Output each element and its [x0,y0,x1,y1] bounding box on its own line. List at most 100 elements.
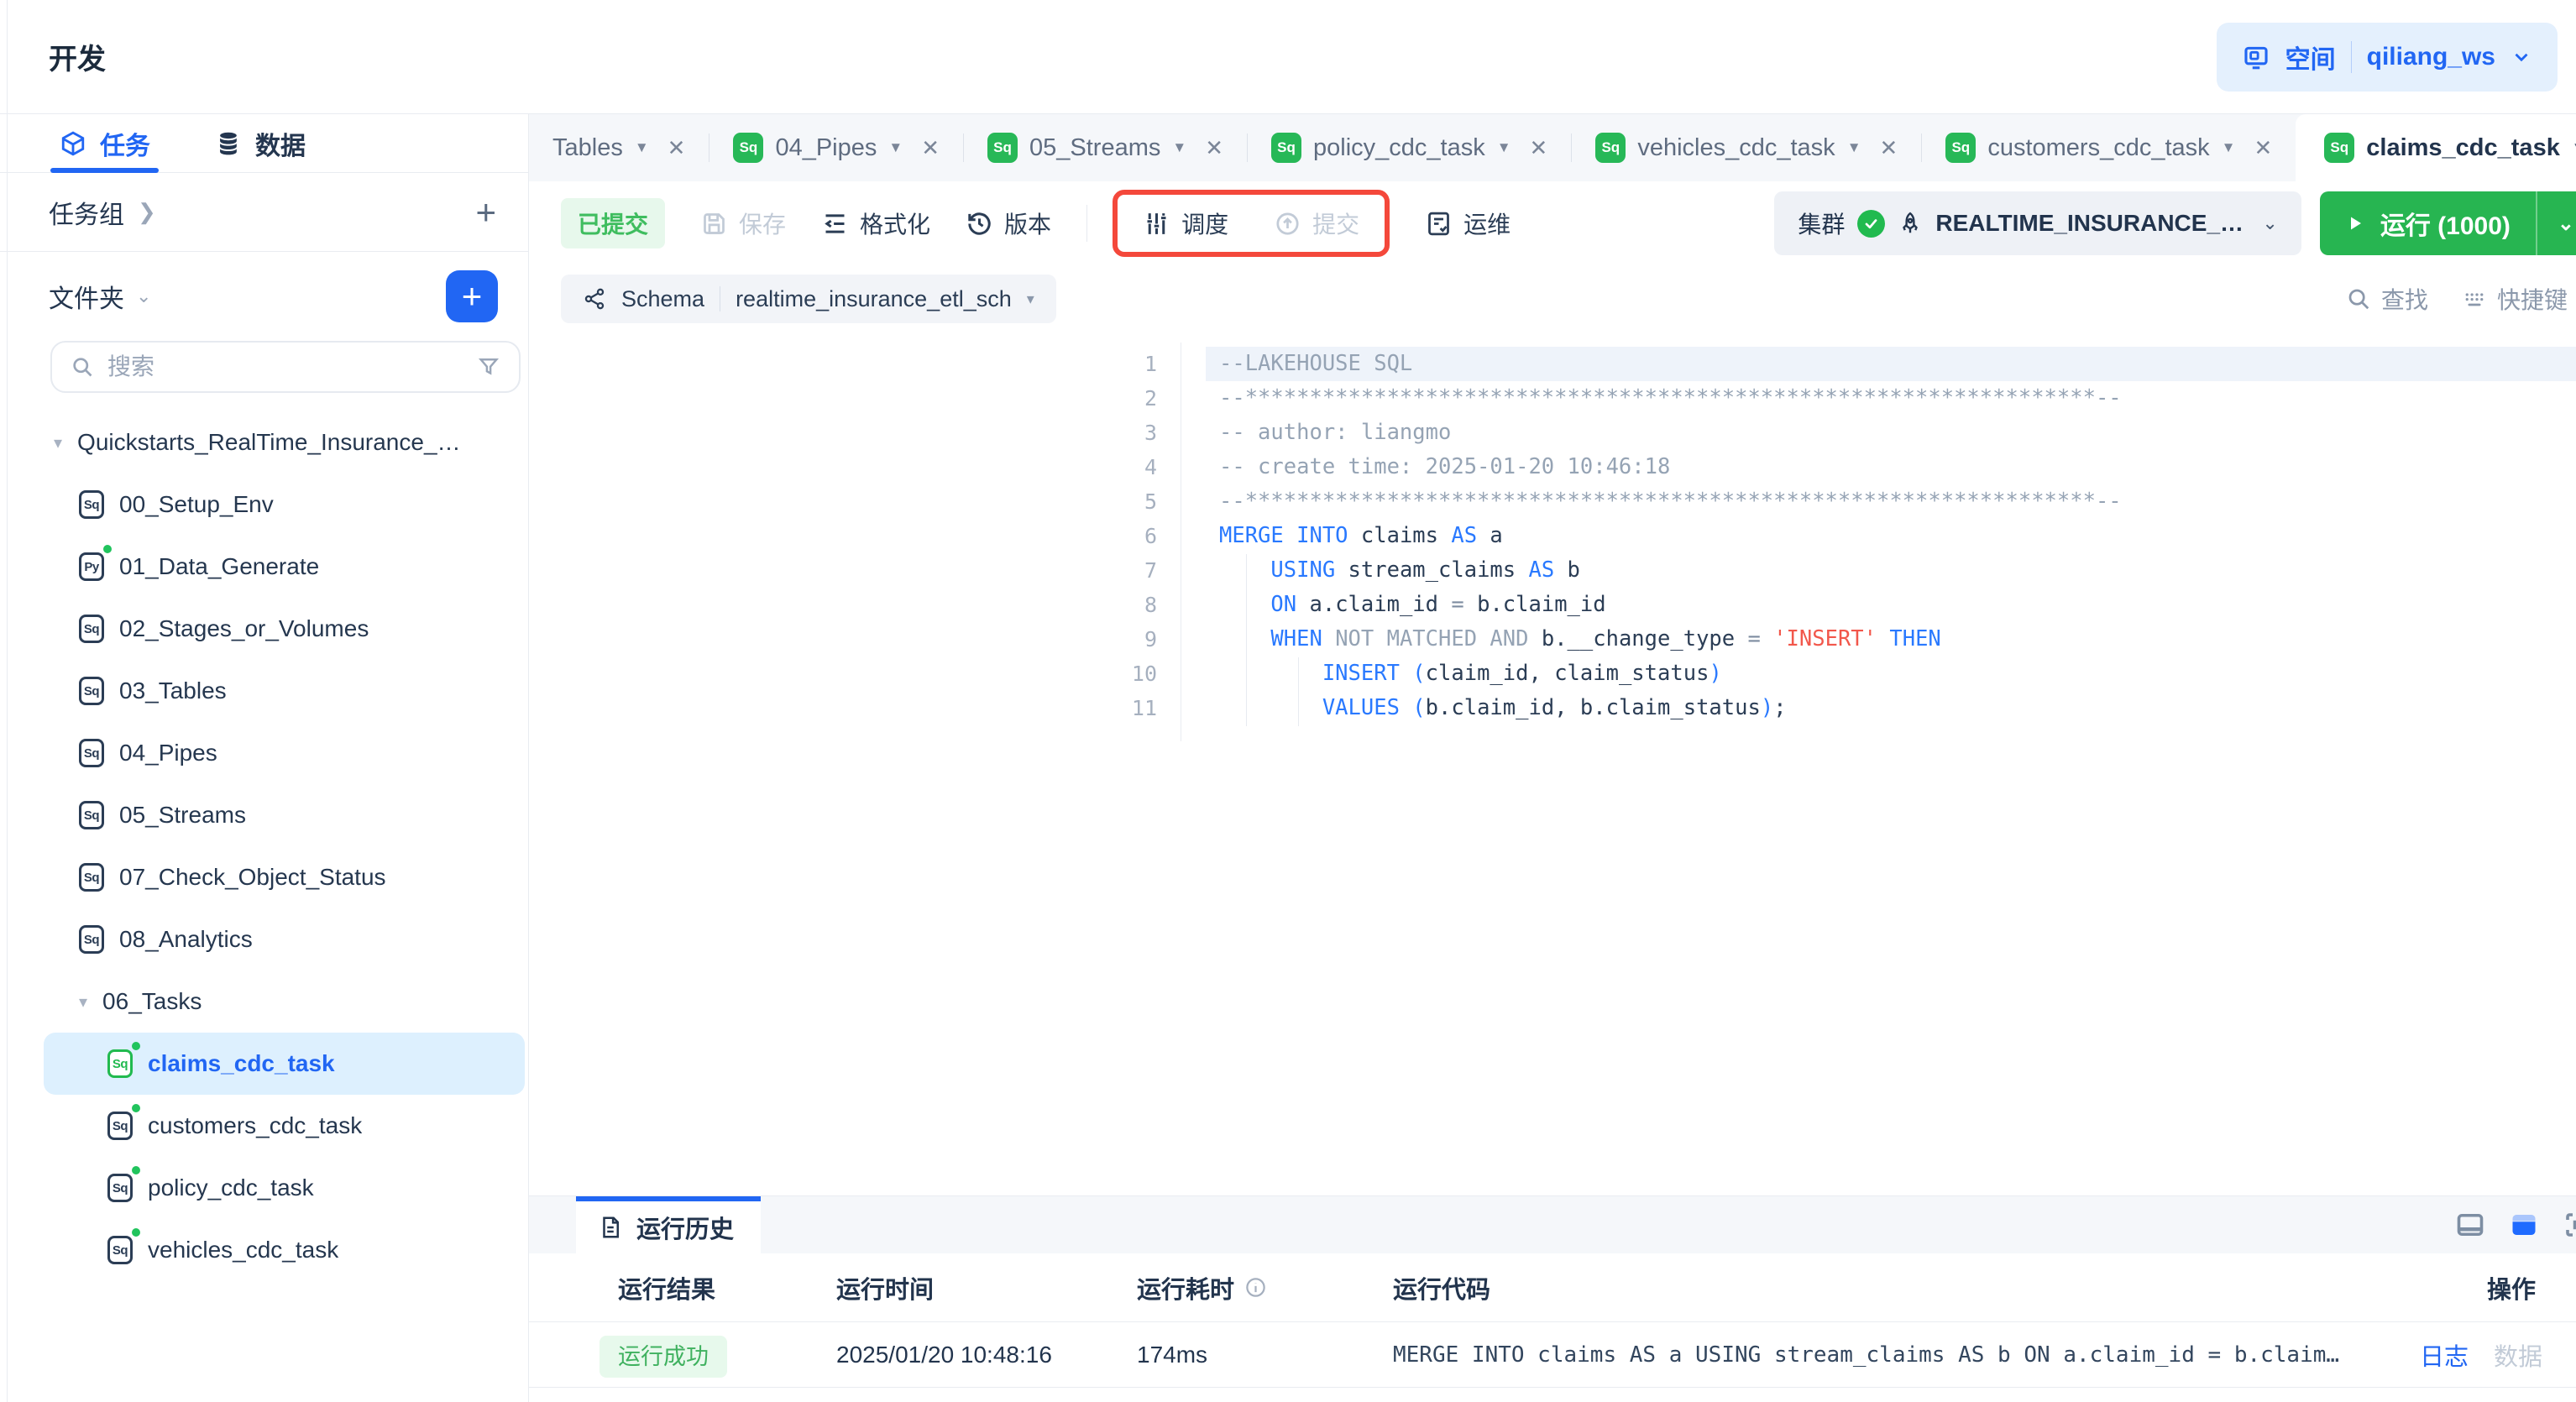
chevron-down-icon[interactable]: ▼ [888,139,903,156]
file-type-badge: Py [79,552,104,581]
panel-collapse-icon[interactable] [2455,1210,2485,1240]
editor-tab-04_Pipes[interactable]: Sq04_Pipes▼✕ [709,114,963,181]
run-button[interactable]: 运行 (1000) ⌄ [2320,191,2576,255]
tree-item-Quickstarts_RealTime_Insurance_…[interactable]: ▾Quickstarts_RealTime_Insurance_… [0,411,528,473]
run-success-badge: 运行成功 [599,1336,727,1378]
tree-item-07_Check_Object_Status[interactable]: Sq07_Check_Object_Status [0,846,528,908]
info-icon[interactable] [1244,1276,1267,1299]
close-icon[interactable]: ✕ [1530,135,1548,161]
tree-item-vehicles_cdc_task[interactable]: Sqvehicles_cdc_task [0,1219,528,1281]
token: THEN [1889,626,1940,651]
editor-tab-claims_cdc_task[interactable]: Sqclaims_cdc_task▼ [2296,114,2576,181]
editor-tab-vehicles_cdc_task[interactable]: Sqvehicles_cdc_task▼✕ [1572,114,1921,181]
code-line[interactable]: 7 USING stream_claims AS b [529,553,2576,588]
chevron-down-icon[interactable]: ▼ [1847,139,1861,156]
add-task-group-button[interactable]: + [475,195,496,230]
add-file-button[interactable]: + [446,270,498,322]
chevron-down-icon[interactable]: ▼ [635,139,649,156]
tree-item-00_Setup_Env[interactable]: Sq00_Setup_Env [0,473,528,536]
close-icon[interactable]: ✕ [1205,135,1223,161]
ops-icon [1425,210,1453,238]
cluster-selector[interactable]: 集群 REALTIME_INSURANCE_ETL_… ⌄ [1774,191,2301,255]
code-editor[interactable]: 1--LAKEHOUSE SQL2 --*********************… [529,332,2576,1195]
close-icon[interactable]: ✕ [1880,135,1898,161]
code-line[interactable]: 5--*************************************… [529,484,2576,519]
editor-tab-policy_cdc_task[interactable]: Sqpolicy_cdc_task▼✕ [1248,114,1571,181]
run-main[interactable]: 运行 (1000) [2320,205,2536,242]
schema-label: Schema [621,286,704,312]
ops-button[interactable]: 运维 [1425,207,1511,240]
sidebar-tab-data[interactable]: 数据 [214,114,306,172]
panel-expand-icon[interactable] [2509,1210,2539,1240]
column-duration-label: 运行耗时 [1137,1270,1234,1305]
token: VALUES [1322,695,1400,720]
main-layout: 任务 数据 任务组 ❯ + 文件夹 ⌄ + [0,114,2576,1402]
tree-item-label: 07_Check_Object_Status [119,864,386,891]
code-line[interactable]: 3-- author: liangmo [529,416,2576,450]
log-link[interactable]: 日志 [2420,1337,2469,1373]
folder-label: 文件夹 [49,278,124,315]
editor-tab-05_Streams[interactable]: Sq05_Streams▼✕ [964,114,1247,181]
data-link[interactable]: 数据 [2494,1337,2542,1373]
tree-item-06_Tasks[interactable]: ▾06_Tasks [0,970,528,1033]
task-group-row[interactable]: 任务组 ❯ + [0,173,528,252]
code-line[interactable]: 2 --*************************************… [529,381,2576,416]
schema-name: realtime_insurance_etl_sch [736,286,1012,312]
sql-file-icon: Sq [2324,133,2354,163]
sql-file-icon: Sq [107,1236,133,1264]
tree-item-claims_cdc_task[interactable]: Sqclaims_cdc_task [44,1033,525,1095]
fullscreen-icon[interactable] [2563,1210,2576,1240]
save-button[interactable]: 保存 [700,207,786,240]
close-icon[interactable]: ✕ [668,135,686,161]
schema-selector[interactable]: Schema realtime_insurance_etl_sch ▾ [561,275,1056,323]
tree-item-08_Analytics[interactable]: Sq08_Analytics [0,908,528,970]
run-actions-cell: 日志数据 [2400,1337,2576,1373]
close-icon[interactable]: ✕ [2254,135,2272,161]
tree-item-05_Streams[interactable]: Sq05_Streams [0,784,528,846]
code-line[interactable]: 4-- create time: 2025-01-20 10:46:18 [529,450,2576,484]
workspace-selector[interactable]: 空间 qiliang_ws [2217,23,2558,92]
chevron-down-icon[interactable]: ▼ [2572,139,2576,156]
editor-tab-customers_cdc_task[interactable]: Sqcustomers_cdc_task▼✕ [1922,114,2296,181]
tree-item-01_Data_Generate[interactable]: Py01_Data_Generate [0,536,528,598]
sidebar-tab-label: 数据 [255,125,306,162]
tree-item-customers_cdc_task[interactable]: Sqcustomers_cdc_task [0,1095,528,1157]
tree-item-03_Tables[interactable]: Sq03_Tables [0,660,528,722]
code-line[interactable]: 6MERGE INTO claims AS a [529,519,2576,553]
code-text: INSERT (claim_id, claim_status) [1219,657,1722,691]
find-button[interactable]: 查找 [2346,282,2428,316]
sidebar-tab-tasks[interactable]: 任务 [59,114,150,172]
editor-toolbar: 已提交 保存 格式化 版本 调度 [529,181,2576,265]
tree-item-04_Pipes[interactable]: Sq04_Pipes [0,722,528,784]
run-options-chevron[interactable]: ⌄ [2537,212,2576,236]
filter-icon[interactable] [477,355,500,379]
token: AS [1528,557,1554,583]
chevron-down-icon[interactable]: ▼ [1497,139,1511,156]
chevron-down-icon: ⌄ [136,285,151,307]
folder-row[interactable]: 文件夹 ⌄ + [0,252,528,341]
chevron-down-icon[interactable]: ▼ [2222,139,2236,156]
code-line[interactable]: 11 VALUES (b.claim_id, b.claim_status); [529,691,2576,725]
code-line[interactable]: 9 WHEN NOT MATCHED AND b.__change_type =… [529,622,2576,657]
code-text: --**************************************… [1219,381,2122,416]
format-button[interactable]: 格式化 [821,207,930,240]
schedule-button[interactable]: 调度 [1143,207,1228,240]
tree-item-label: 03_Tables [119,677,227,704]
line-number: 1 [529,347,1157,381]
code-line[interactable]: 8 ON a.claim_id = b.claim_id [529,588,2576,622]
line-number: 2 [529,381,1157,416]
version-button[interactable]: 版本 [966,207,1051,240]
submit-button[interactable]: 提交 [1274,207,1359,240]
tree-item-policy_cdc_task[interactable]: Sqpolicy_cdc_task [0,1157,528,1219]
shortcuts-button[interactable]: 快捷键 [2462,282,2568,316]
editor-tab-Tables[interactable]: Tables▼✕ [529,114,709,181]
code-line[interactable]: 10 INSERT (claim_id, claim_status) [529,657,2576,691]
token [1219,626,1270,651]
search-input[interactable] [107,353,463,380]
chevron-down-icon[interactable]: ▼ [1172,139,1186,156]
close-icon[interactable]: ✕ [921,135,940,161]
tab-run-history[interactable]: 运行历史 [576,1196,761,1253]
tree-item-02_Stages_or_Volumes[interactable]: Sq02_Stages_or_Volumes [0,598,528,660]
search-box[interactable] [50,341,521,393]
code-line[interactable]: 1--LAKEHOUSE SQL [529,347,2576,381]
